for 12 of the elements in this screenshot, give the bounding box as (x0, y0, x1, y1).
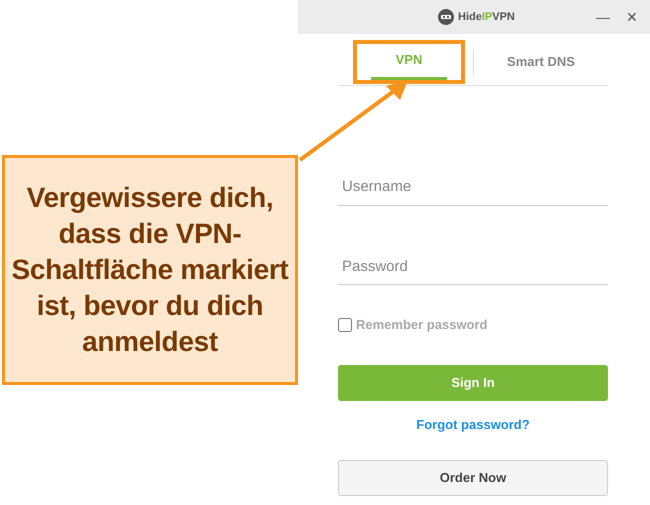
remember-checkbox[interactable] (338, 318, 352, 332)
tab[interactable]: Smart DNS (474, 40, 608, 84)
callout-text: Vergewissere dich, dass die VPN-Schaltfläche markiert ist, bevor du dich anmeldest (2, 155, 298, 385)
forgot-password-link[interactable]: Forgot password? (416, 416, 530, 432)
close-button[interactable]: ✕ (622, 10, 642, 24)
order-now-button[interactable]: Order Now (338, 460, 608, 496)
minimize-button[interactable]: — (592, 10, 614, 24)
remember-label[interactable]: Remember password (356, 315, 488, 334)
mask-icon (438, 9, 454, 25)
logo-text: HideIPVPN (458, 10, 515, 25)
tab[interactable]: VPN (371, 44, 447, 80)
sign-in-button[interactable]: Sign In (338, 364, 608, 400)
